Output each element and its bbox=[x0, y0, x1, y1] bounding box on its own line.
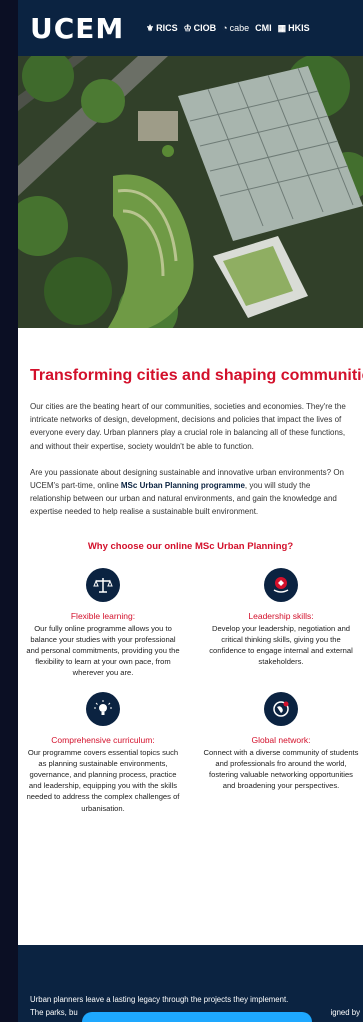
feature-global-network: Global network: Connect with a diverse c… bbox=[196, 691, 363, 792]
feature-title: Flexible learning: bbox=[70, 610, 136, 621]
partner-logos: ⚜ RICS ♔ CIOB ◔ cabe CMI ▦ HKIS bbox=[146, 20, 363, 36]
cta-button[interactable] bbox=[82, 1012, 312, 1022]
why-choose-heading: Why choose our online MSc Urban Planning… bbox=[87, 540, 294, 552]
leadership-badge-icon bbox=[264, 567, 298, 602]
footer-band: Urban planners leave a lasting legacy th… bbox=[18, 945, 363, 1022]
globe-network-icon bbox=[264, 691, 298, 726]
aerial-city-green-roofs-image bbox=[18, 56, 363, 328]
cabe-logo: ◔ cabe bbox=[222, 23, 250, 33]
intro-paragraph-1: Our cities are the beating heart of our … bbox=[30, 402, 346, 451]
ciob-logo: ♔ CIOB bbox=[183, 22, 217, 34]
feature-comprehensive-curriculum: Comprehensive curriculum: Our programme … bbox=[18, 691, 188, 814]
feature-title: Leadership skills: bbox=[248, 610, 314, 621]
feature-title: Global network: bbox=[251, 734, 311, 745]
ciob-crest-icon: ♔ bbox=[183, 22, 192, 33]
cmi-logo: CMI bbox=[255, 23, 272, 33]
headline: Transforming cities and shaping communit… bbox=[30, 367, 363, 384]
feature-text: Develop your leadership, negotiation and… bbox=[209, 623, 353, 667]
rics-crest-icon: ⚜ bbox=[146, 22, 155, 33]
feature-title: Comprehensive curriculum: bbox=[51, 734, 155, 745]
hero-image bbox=[18, 56, 363, 328]
hkis-mark-icon: ▦ bbox=[277, 22, 287, 33]
header-bar: UCEM ⚜ RICS ♔ CIOB ◔ cabe CMI ▦ HKIS bbox=[18, 0, 363, 56]
ucem-logo[interactable]: UCEM bbox=[30, 14, 124, 44]
feature-text: Our programme covers essential topics su… bbox=[26, 747, 180, 813]
rics-logo: ⚜ RICS bbox=[146, 22, 178, 34]
feature-text: Connect with a diverse community of stud… bbox=[203, 747, 359, 791]
lightbulb-icon bbox=[86, 691, 120, 726]
feature-flexible-learning: Flexible learning: Our fully online prog… bbox=[18, 567, 188, 679]
cabe-mark-icon: ◔ bbox=[222, 23, 228, 33]
feature-leadership-skills: Leadership skills: Develop your leadersh… bbox=[196, 567, 363, 668]
programme-link[interactable]: MSc Urban Planning programme bbox=[121, 481, 245, 490]
intro-paragraph-2: Are you passionate about designing susta… bbox=[30, 467, 344, 517]
scales-icon bbox=[86, 567, 120, 602]
email-page: UCEM ⚜ RICS ♔ CIOB ◔ cabe CMI ▦ HKIS Tra… bbox=[18, 0, 363, 1022]
cmi-mark-icon: CMI bbox=[255, 23, 272, 33]
feature-text: Our fully online programme allows you to… bbox=[26, 623, 180, 678]
intro-section: Transforming cities and shaping communit… bbox=[18, 366, 363, 552]
features-grid: Flexible learning: Our fully online prog… bbox=[18, 552, 363, 852]
hkis-logo: ▦ HKIS bbox=[277, 22, 310, 34]
